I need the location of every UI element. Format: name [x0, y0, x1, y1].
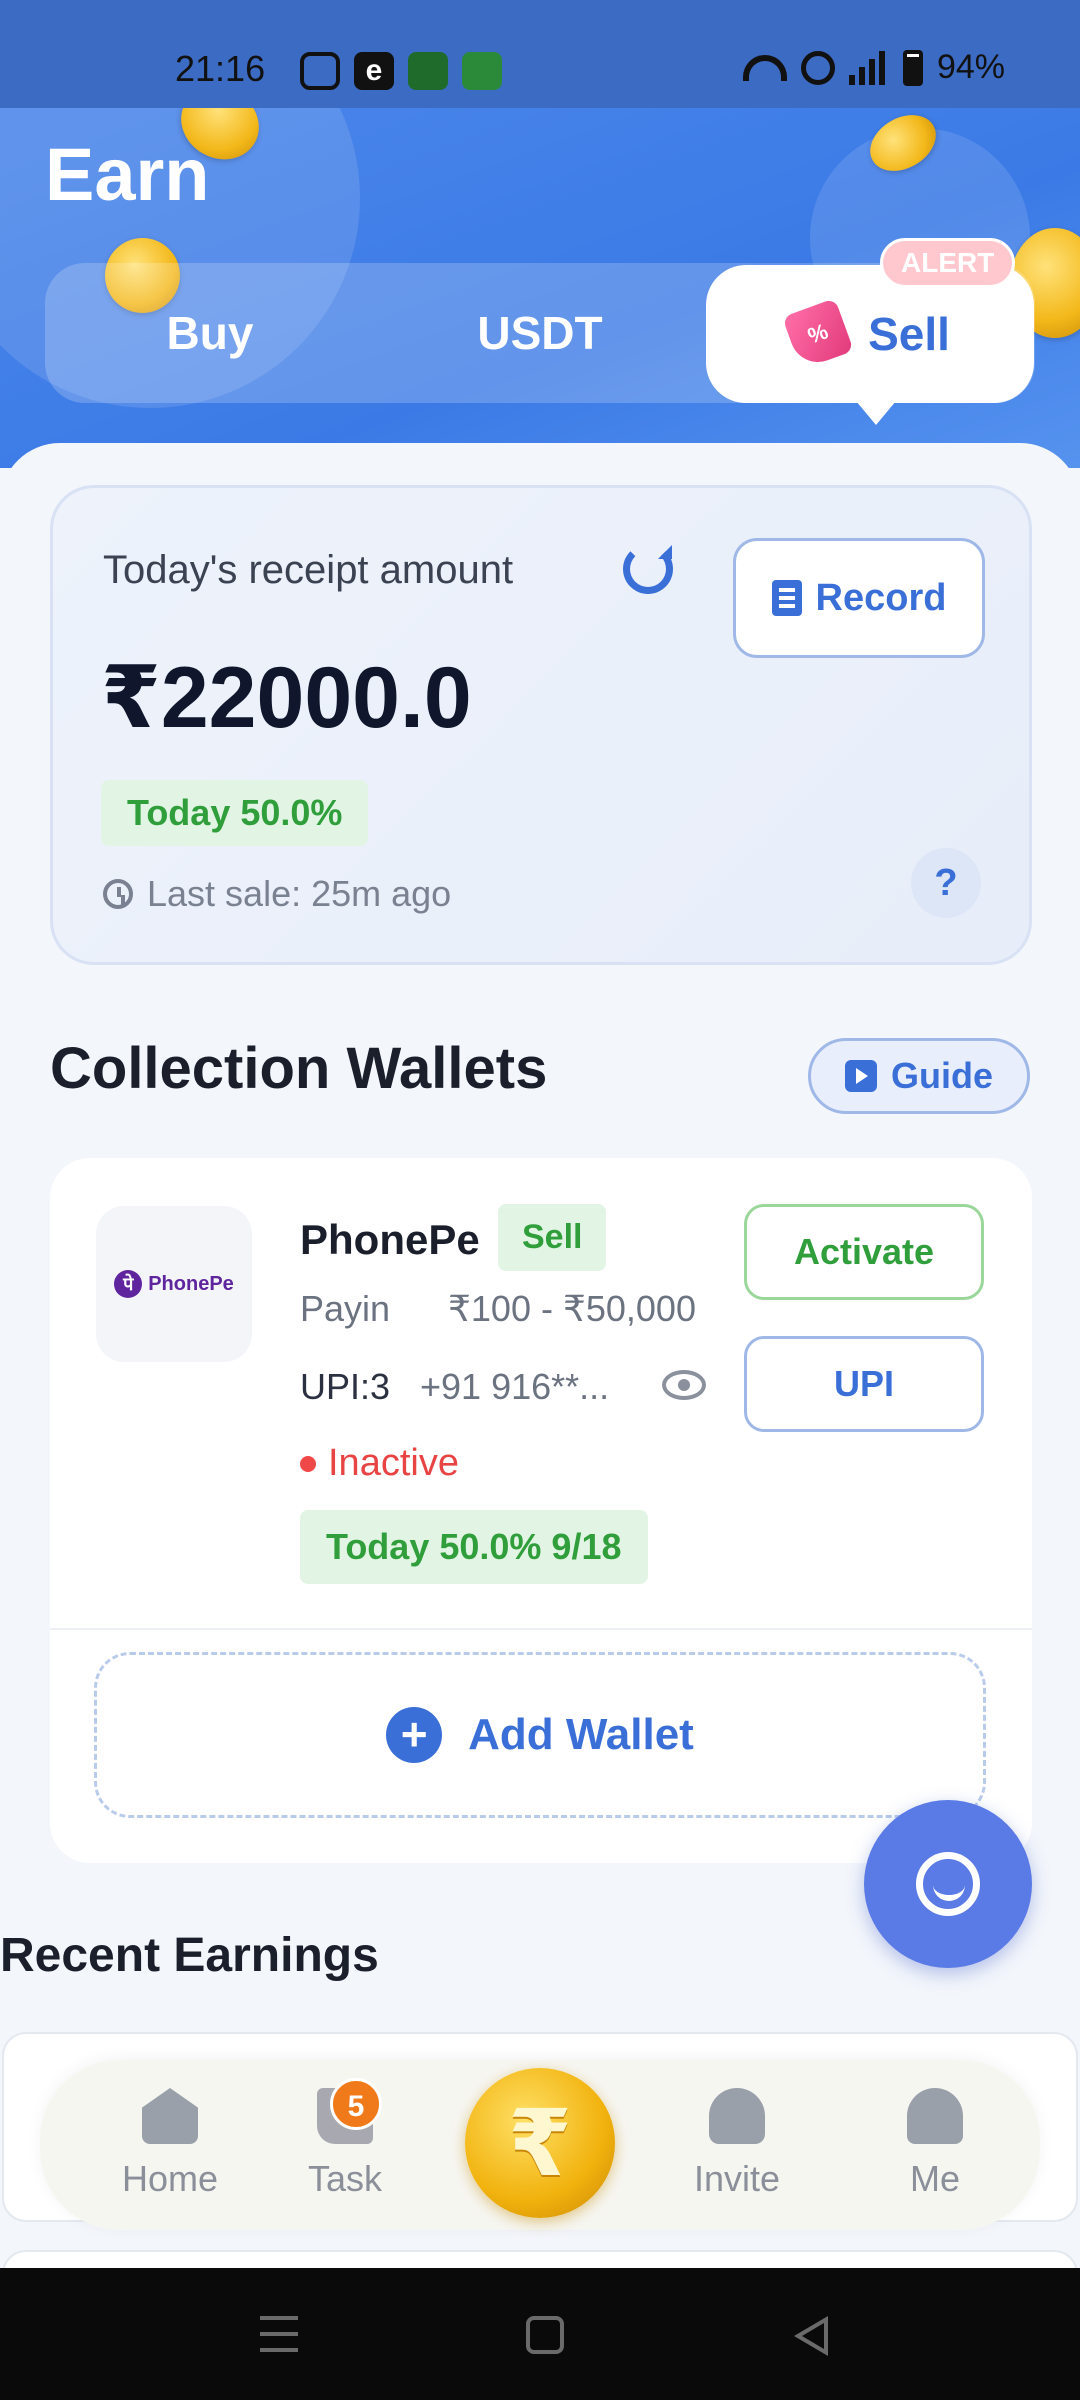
earn-header: Earn Buy USDT Sell ALERT [0, 108, 1080, 468]
nav-me-label: Me [909, 2158, 960, 2199]
tab-sell-label: Sell [868, 308, 950, 360]
wallet-status: Inactive [300, 1442, 459, 1485]
status-app-icons: e [300, 52, 502, 90]
last-sale: Last sale: 25m ago [103, 873, 451, 915]
headset-icon [916, 1852, 980, 1916]
nav-me[interactable]: Me [855, 2088, 1015, 2200]
guide-label: Guide [890, 1055, 993, 1096]
system-nav-bar [0, 2268, 1080, 2400]
record-button[interactable]: Record [733, 538, 985, 658]
phonepe-logo: पे PhonePe [96, 1206, 252, 1362]
today-progress-badge: Today 50.0% 9/18 [300, 1510, 648, 1584]
payin-label: Payin [300, 1288, 391, 1329]
guide-button[interactable]: Guide [808, 1038, 1030, 1114]
wallet-status-text: Inactive [328, 1442, 459, 1484]
rupee-coin-icon[interactable]: ₹ [465, 2068, 615, 2218]
help-button[interactable]: ? [911, 848, 981, 918]
wallet-name: PhonePe [300, 1216, 480, 1263]
last-sale-text: Last sale: 25m ago [147, 873, 452, 914]
payin-range: ₹100 - ₹50,000 [448, 1288, 696, 1329]
upi-button[interactable]: UPI [744, 1336, 984, 1432]
document-icon [771, 580, 802, 616]
tag-icon [782, 298, 854, 370]
back-icon[interactable] [794, 2316, 828, 2356]
status-bar: 21:16 e 94% [0, 0, 1080, 108]
receipt-card: Today's receipt amount Record ₹22000.0 T… [50, 485, 1032, 965]
eye-icon[interactable] [662, 1370, 706, 1400]
wallet-card: पे PhonePe PhonePe Sell Payin ₹100 - ₹50… [50, 1158, 1032, 1863]
tab-usdt[interactable]: USDT [390, 263, 690, 403]
status-time: 21:16 [175, 48, 266, 89]
record-label: Record [815, 576, 947, 619]
collection-wallets-title: Collection Wallets [50, 1036, 548, 1101]
recent-earnings-title: Recent Earnings [0, 1929, 379, 1982]
instagram-icon [300, 52, 340, 90]
nav-invite[interactable]: Invite [657, 2088, 817, 2200]
user-icon [907, 2088, 963, 2144]
nav-invite-label: Invite [693, 2158, 781, 2199]
tab-buy[interactable]: Buy [60, 263, 360, 403]
wallet-type-tag: Sell [498, 1204, 607, 1271]
refresh-icon[interactable] [623, 544, 673, 594]
signal-icon [848, 50, 889, 85]
status-right: 94% [742, 48, 1005, 87]
add-wallet-label: Add Wallet [468, 1710, 694, 1759]
receipt-label: Today's receipt amount [103, 548, 514, 592]
slots-game-icon [408, 52, 448, 90]
battery-percent: 94% [936, 48, 1005, 86]
e-app-icon: e [354, 52, 394, 90]
wifi-call-icon [800, 50, 835, 85]
nav-home-label: Home [121, 2158, 219, 2199]
phonepe-logo-text: PhonePe [148, 1272, 234, 1295]
page-title: Earn [45, 133, 210, 216]
today-rate-badge: Today 50.0% [101, 780, 369, 846]
users-icon [709, 2088, 765, 2144]
home-button-icon[interactable] [526, 2316, 564, 2354]
receipt-amount: ₹22000.0 [101, 650, 472, 746]
recent-apps-icon[interactable] [260, 2316, 298, 2352]
divider [50, 1628, 1032, 1630]
alert-badge: ALERT [880, 238, 1016, 288]
phonepe-mark-icon: पे [114, 1270, 143, 1298]
home-icon [142, 2088, 198, 2144]
status-dot-icon [300, 1455, 316, 1472]
wifi-icon [742, 54, 787, 81]
add-wallet-button[interactable]: + Add Wallet [94, 1652, 986, 1818]
casino-game-icon [462, 52, 502, 90]
plus-icon: + [386, 1707, 443, 1763]
nav-task-label: Task [307, 2158, 383, 2199]
upi-count: UPI:3 [300, 1366, 391, 1407]
task-count-badge: 5 [330, 2078, 382, 2130]
activate-button[interactable]: Activate [744, 1204, 984, 1300]
battery-icon [902, 49, 923, 86]
nav-home[interactable]: Home [90, 2088, 250, 2200]
clock-icon [103, 879, 133, 909]
customer-support-button[interactable] [864, 1800, 1032, 1968]
play-icon [844, 1060, 877, 1092]
upi-number: +91 916**... [420, 1366, 610, 1407]
